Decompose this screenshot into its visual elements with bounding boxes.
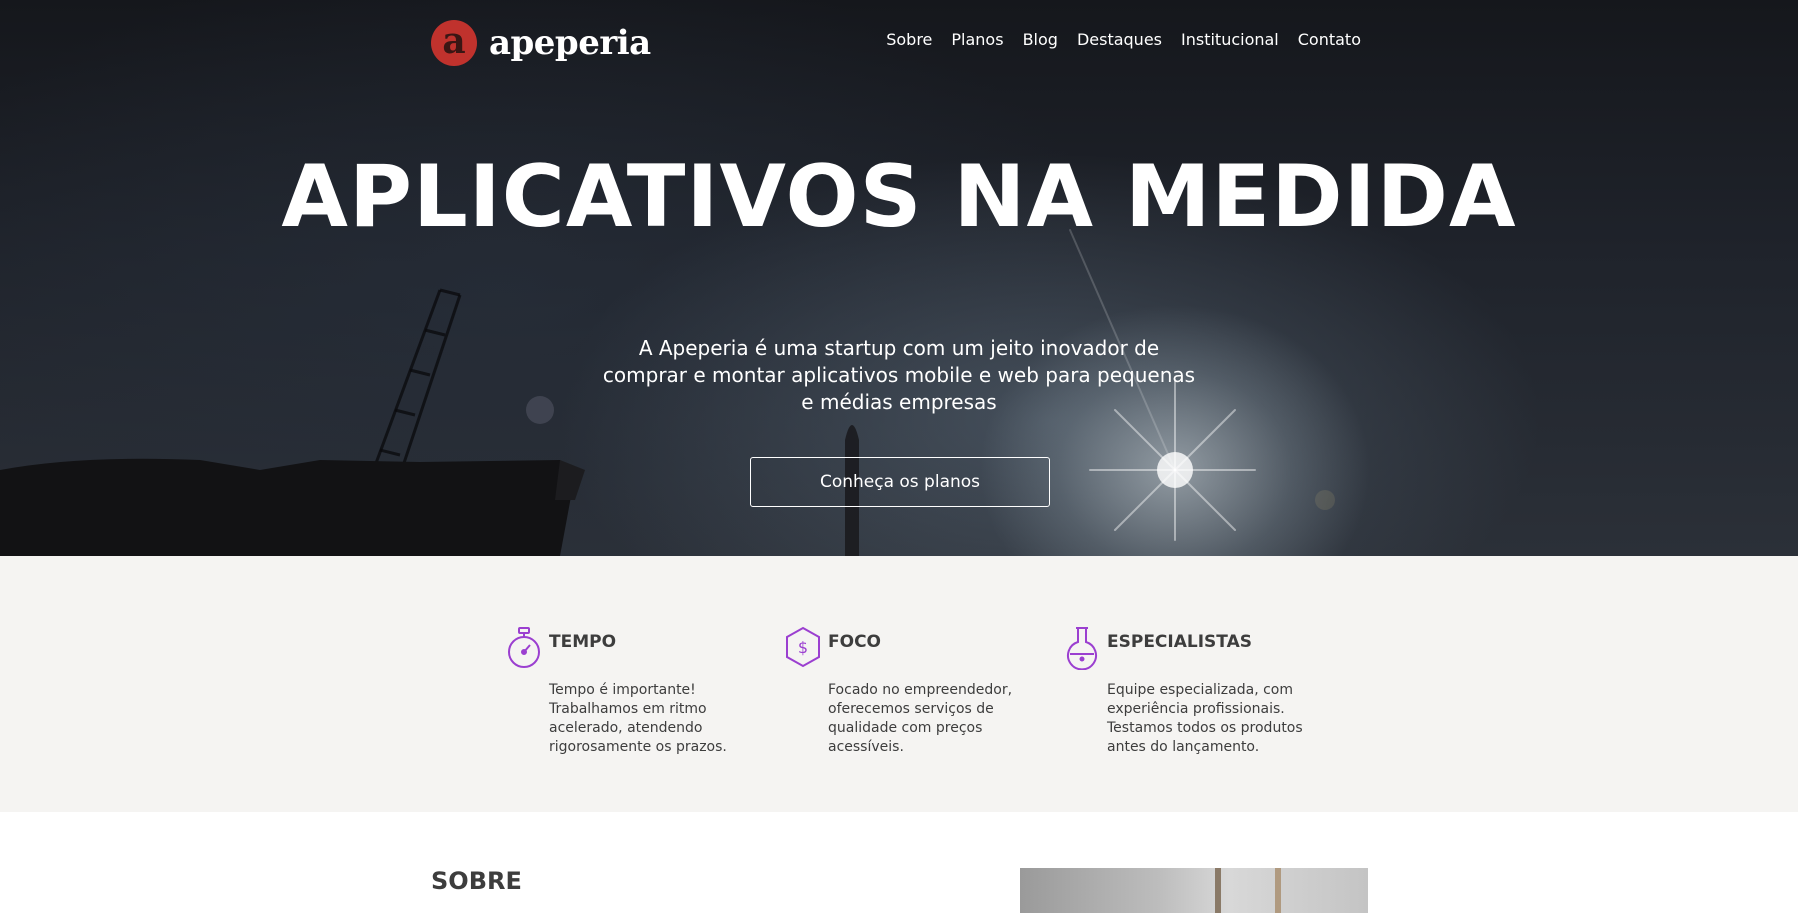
hero-section: a apeperia Sobre Planos Blog Destaques I… xyxy=(0,0,1798,556)
hero-subtitle: A Apeperia é uma startup com um jeito in… xyxy=(602,336,1196,414)
feature-title: TEMPO xyxy=(549,632,617,652)
feature-text: Tempo é importante! Trabalhamos em ritmo… xyxy=(549,682,727,755)
brand-name: apeperia xyxy=(489,23,651,63)
logo-mark-icon: a xyxy=(431,20,477,66)
main-nav: Sobre Planos Blog Destaques Instituciona… xyxy=(867,30,1361,49)
about-section-title: SOBRE xyxy=(431,867,522,895)
feature-title: ESPECIALISTAS xyxy=(1107,632,1252,652)
feature-text: Focado no empreendedor, oferecemos servi… xyxy=(828,682,1013,755)
nav-item-sobre[interactable]: Sobre xyxy=(886,30,932,49)
top-navigation-bar: a apeperia Sobre Planos Blog Destaques I… xyxy=(431,20,1361,66)
stopwatch-icon xyxy=(508,627,540,668)
dollar-hexagon-icon: $ xyxy=(786,626,820,668)
flask-icon xyxy=(1067,627,1097,670)
nav-item-contato[interactable]: Contato xyxy=(1298,30,1361,49)
image-detail xyxy=(1275,868,1281,913)
svg-text:$: $ xyxy=(798,638,808,657)
nav-item-destaques[interactable]: Destaques xyxy=(1077,30,1162,49)
features-section: TEMPO Tempo é importante! Trabalhamos em… xyxy=(0,556,1798,812)
nav-item-planos[interactable]: Planos xyxy=(951,30,1003,49)
feature-text: Equipe especializada, com experiência pr… xyxy=(1107,682,1303,755)
see-plans-button[interactable]: Conheça os planos xyxy=(750,457,1050,507)
hero-title: APLICATIVOS NA MEDIDA xyxy=(281,147,1517,247)
nav-item-institucional[interactable]: Institucional xyxy=(1181,30,1279,49)
feature-title: FOCO xyxy=(828,632,881,652)
image-detail xyxy=(1215,868,1221,913)
brand-logo[interactable]: a apeperia xyxy=(431,20,651,66)
about-image xyxy=(1020,868,1368,913)
nav-item-blog[interactable]: Blog xyxy=(1023,30,1058,49)
